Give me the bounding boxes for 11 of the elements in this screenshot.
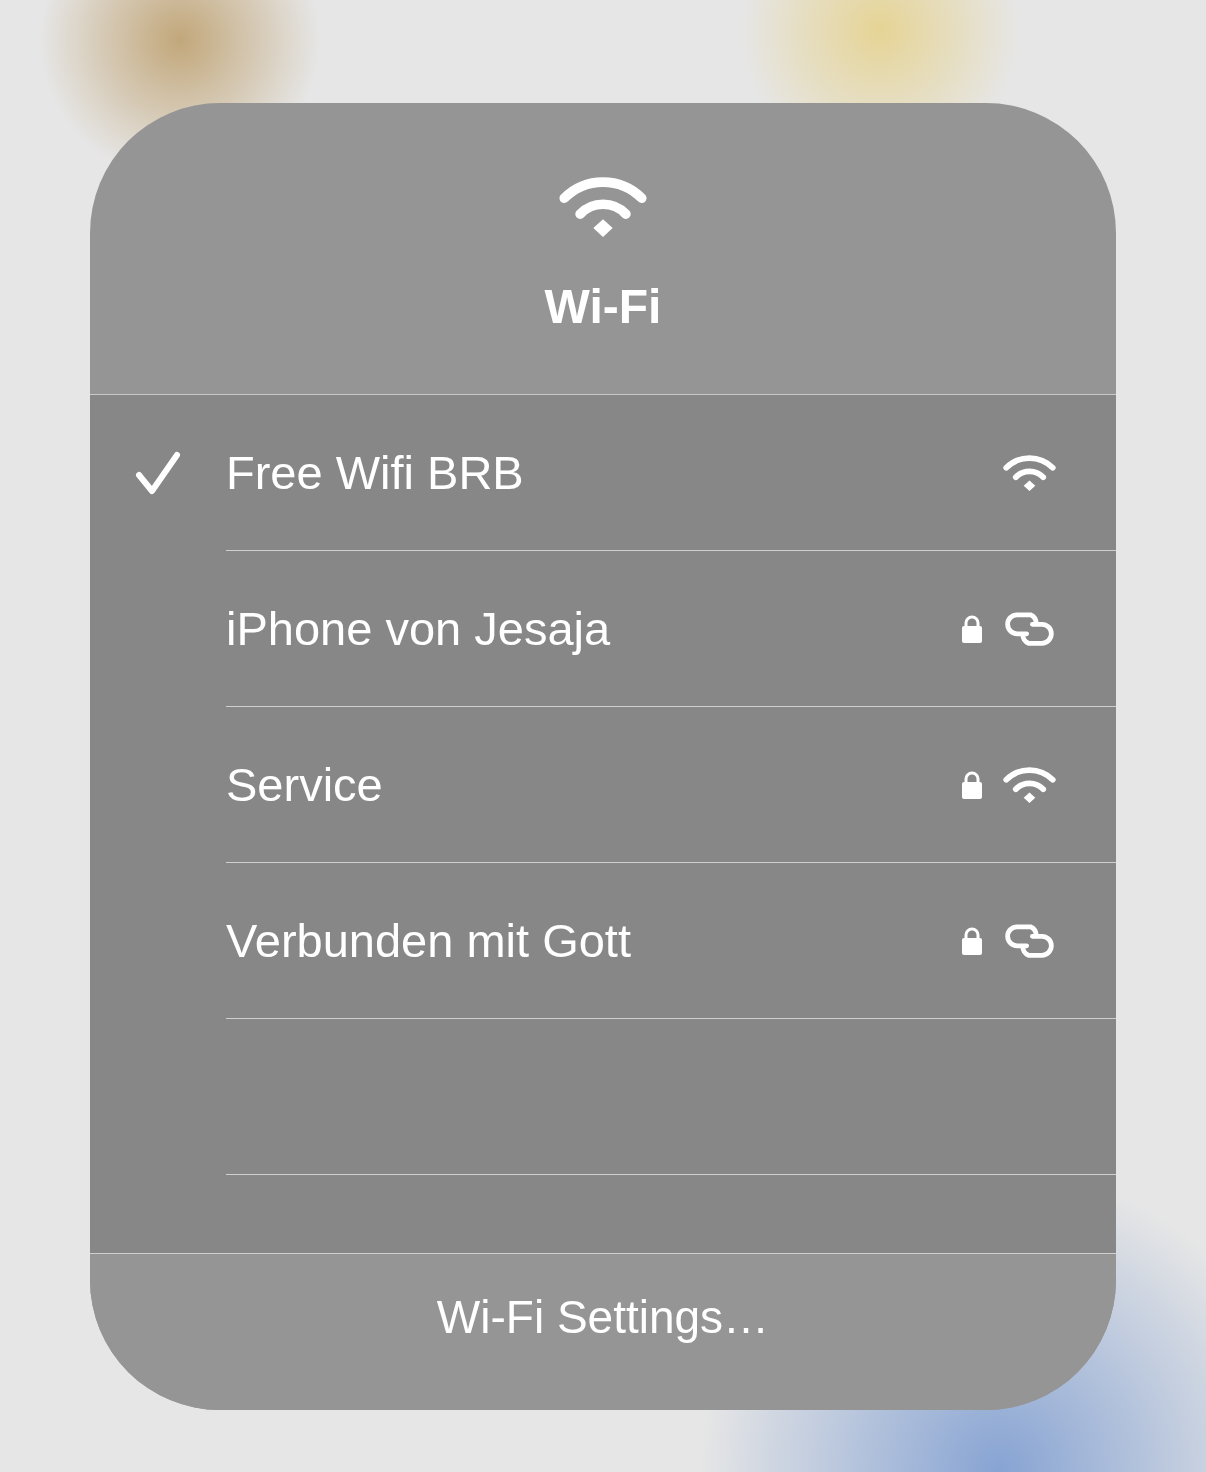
panel-title: Wi-Fi: [544, 279, 662, 334]
network-name[interactable]: Free Wifi BRB: [226, 445, 1003, 500]
wifi-signal-icon: [1003, 765, 1056, 804]
wifi-settings-link[interactable]: Wi-Fi Settings…: [436, 1290, 770, 1374]
chain-link-icon: [1003, 921, 1056, 960]
network-name[interactable]: Service: [226, 757, 961, 812]
wifi-signal-icon: [1003, 453, 1056, 492]
chain-link-icon: [1003, 609, 1056, 648]
wifi-icon: [559, 175, 647, 239]
network-name[interactable]: iPhone von Jesaja: [226, 601, 961, 656]
network-name[interactable]: Verbunden mit Gott: [226, 913, 961, 968]
